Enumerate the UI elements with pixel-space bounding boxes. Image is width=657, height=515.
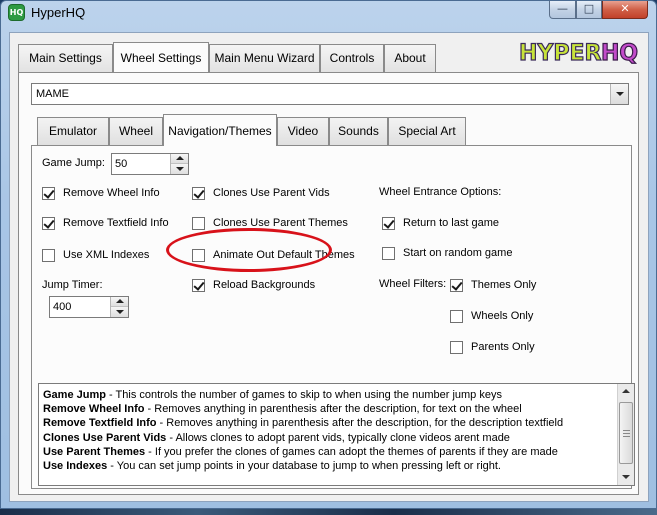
tab-wheel-settings[interactable]: Wheel Settings xyxy=(113,42,209,72)
help-text-lines: Game Jump - This controls the number of … xyxy=(43,388,613,473)
game-jump-label: Game Jump: xyxy=(42,157,105,169)
checkbox-unchecked-icon[interactable] xyxy=(450,309,463,323)
remove-textfield-info-label: Remove Textfield Info xyxy=(63,217,169,229)
chevron-down-icon[interactable] xyxy=(610,84,628,104)
spin-down-icon[interactable] xyxy=(111,307,128,317)
tab-emulator[interactable]: Emulator xyxy=(37,117,109,145)
tab-main-menu-wizard[interactable]: Main Menu Wizard xyxy=(209,44,320,72)
checkbox-checked-icon[interactable] xyxy=(382,216,395,230)
desktop-background xyxy=(0,509,657,515)
tab-about[interactable]: About xyxy=(384,44,436,72)
minimize-button[interactable]: — xyxy=(549,1,576,19)
game-jump-value: 50 xyxy=(115,158,128,170)
wheels-only-checkbox[interactable]: Wheels Only xyxy=(450,308,533,324)
help-textbox[interactable]: Game Jump - This controls the number of … xyxy=(38,383,635,486)
checkbox-unchecked-icon[interactable] xyxy=(382,246,395,260)
help-desc: - This controls the number of games to s… xyxy=(105,389,502,401)
help-line: Game Jump - This controls the number of … xyxy=(43,388,613,402)
checkbox-unchecked-icon[interactable] xyxy=(450,340,463,354)
help-term: Clones Use Parent Vids xyxy=(43,431,167,444)
wheel-entrance-label: Wheel Entrance Options: xyxy=(379,186,502,198)
system-select[interactable]: MAME xyxy=(31,83,629,105)
use-xml-indexes-checkbox[interactable]: Use XML Indexes xyxy=(42,247,149,263)
scroll-up-icon[interactable] xyxy=(618,384,634,400)
jump-timer-label: Jump Timer: xyxy=(42,279,103,291)
maximize-button[interactable]: □ xyxy=(576,1,602,19)
help-line: Remove Wheel Info - Removes anything in … xyxy=(43,402,613,416)
parents-only-checkbox[interactable]: Parents Only xyxy=(450,339,535,355)
hyperhq-logo: HYPER HQ xyxy=(518,40,638,66)
reload-backgrounds-checkbox[interactable]: Reload Backgrounds xyxy=(192,277,315,293)
scroll-thumb[interactable] xyxy=(619,402,633,464)
help-term: Game Jump xyxy=(43,389,106,401)
help-desc: - If you prefer the clones of games can … xyxy=(145,445,558,458)
jump-timer-value: 400 xyxy=(53,301,72,313)
close-button[interactable]: ✕ xyxy=(602,1,648,19)
wheel-filters-label: Wheel Filters: xyxy=(379,278,447,290)
checkbox-checked-icon[interactable] xyxy=(42,216,55,230)
tab-navigation-themes[interactable]: Navigation/Themes xyxy=(163,114,277,146)
scroll-down-icon[interactable] xyxy=(618,469,634,485)
themes-only-label: Themes Only xyxy=(471,279,537,291)
grip-icon xyxy=(623,430,630,437)
reload-backgrounds-label: Reload Backgrounds xyxy=(213,279,316,291)
checkbox-checked-icon[interactable] xyxy=(42,186,55,200)
spinner-buttons xyxy=(170,154,188,174)
help-term: Remove Wheel Info xyxy=(43,403,145,416)
spin-down-icon[interactable] xyxy=(171,164,188,174)
game-jump-spinner[interactable]: 50 xyxy=(111,153,189,175)
clones-use-parent-vids-label: Clones Use Parent Vids xyxy=(213,187,330,199)
help-term: Use Parent Themes xyxy=(43,445,146,458)
help-line: Clones Use Parent Vids - Allows clones t… xyxy=(43,431,613,445)
help-desc: - Removes anything in parenthesis after … xyxy=(156,417,564,430)
logo-text-hyper: HYPER xyxy=(519,41,601,66)
help-term: Remove Textfield Info xyxy=(43,417,157,430)
help-line: Use Parent Themes - If you prefer the cl… xyxy=(43,445,613,459)
jump-timer-spinner[interactable]: 400 xyxy=(49,296,129,318)
tab-main-settings[interactable]: Main Settings xyxy=(18,44,113,72)
checkbox-unchecked-icon[interactable] xyxy=(192,216,205,230)
help-line: Remove Textfield Info - Removes anything… xyxy=(43,416,613,430)
window-title: HyperHQ xyxy=(31,5,86,20)
parents-only-label: Parents Only xyxy=(471,341,535,353)
help-desc: - Removes anything in parenthesis after … xyxy=(144,403,522,416)
checkbox-checked-icon[interactable] xyxy=(450,278,463,292)
use-xml-indexes-label: Use XML Indexes xyxy=(63,249,150,261)
clones-use-parent-themes-label: Clones Use Parent Themes xyxy=(213,217,348,229)
return-to-last-game-label: Return to last game xyxy=(403,217,499,229)
tab-wheel[interactable]: Wheel xyxy=(109,117,163,145)
checkbox-checked-icon[interactable] xyxy=(192,186,205,200)
spin-up-icon[interactable] xyxy=(171,154,188,164)
start-on-random-game-checkbox[interactable]: Start on random game xyxy=(382,245,512,261)
themes-only-checkbox[interactable]: Themes Only xyxy=(450,277,536,293)
highlight-annotation-ellipse xyxy=(166,228,332,272)
spin-up-icon[interactable] xyxy=(111,297,128,307)
system-select-value: MAME xyxy=(36,88,69,100)
title-bar[interactable]: HQ HyperHQ — □ ✕ xyxy=(1,1,656,25)
tab-video[interactable]: Video xyxy=(277,117,329,145)
start-on-random-game-label: Start on random game xyxy=(403,247,513,259)
tab-controls[interactable]: Controls xyxy=(320,44,384,72)
logo-text-hq: HQ xyxy=(601,41,638,66)
app-logo-icon: HQ xyxy=(8,4,25,21)
help-scrollbar[interactable] xyxy=(617,384,634,485)
help-term: Use Indexes xyxy=(43,460,108,473)
remove-textfield-info-checkbox[interactable]: Remove Textfield Info xyxy=(42,215,169,231)
wheels-only-label: Wheels Only xyxy=(471,310,534,322)
help-line: Use Indexes - You can set jump points in… xyxy=(43,459,613,473)
help-desc: - You can set jump points in your databa… xyxy=(107,460,501,473)
help-desc: - Allows clones to adopt parent vids, ty… xyxy=(166,431,510,444)
app-window: HQ HyperHQ — □ ✕ Main Settings Wheel Set… xyxy=(0,0,657,509)
clones-use-parent-vids-checkbox[interactable]: Clones Use Parent Vids xyxy=(192,185,330,201)
tab-sounds[interactable]: Sounds xyxy=(329,117,388,145)
tab-special-art[interactable]: Special Art xyxy=(388,117,466,145)
checkbox-unchecked-icon[interactable] xyxy=(42,248,55,262)
return-to-last-game-checkbox[interactable]: Return to last game xyxy=(382,215,499,231)
spinner-buttons xyxy=(110,297,128,317)
checkbox-checked-icon[interactable] xyxy=(192,278,205,292)
client-area: Main Settings Wheel Settings Main Menu W… xyxy=(9,32,649,502)
remove-wheel-info-checkbox[interactable]: Remove Wheel Info xyxy=(42,185,160,201)
remove-wheel-info-label: Remove Wheel Info xyxy=(63,187,160,199)
